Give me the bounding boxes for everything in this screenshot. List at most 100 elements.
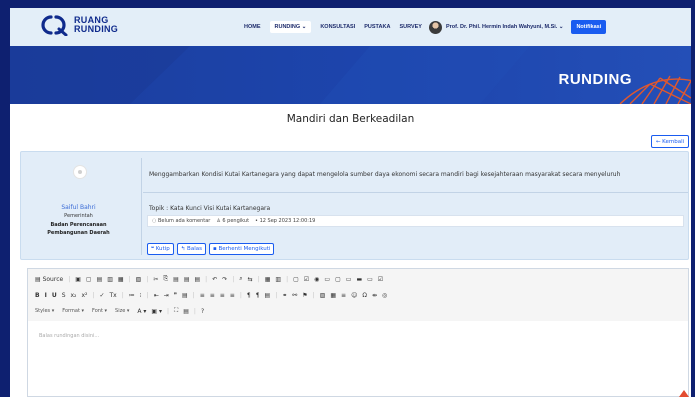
toolbar-r1-button-29[interactable]: ▢ — [335, 276, 341, 283]
toolbar-r1-button-10[interactable]: ✂ — [153, 276, 158, 283]
nav-pustaka[interactable]: PUSTAKA — [364, 24, 390, 30]
toolbar-r1-button-8[interactable]: ▧ — [136, 276, 142, 283]
nav-runding[interactable]: RUNDING ⌄ — [269, 21, 312, 33]
toolbar-row-2: B I U Sx₂ x² | ✓ Tx | ≔ ⁝ | ⇤ ⇥ ❞ ▤ | ≡ ≡ ≡ ≡ | ¶ ¶ ▤ | ⚭ ⚯ ⚑ | ▨ ▦ ≡ ☺ Ω ⇹… — [35, 290, 392, 300]
toolbar-r1-button-6[interactable]: ▦ — [118, 276, 124, 283]
toolbar-separator: | — [92, 291, 95, 299]
toolbar-r2-button-21[interactable]: ≡ — [230, 292, 235, 299]
nav-survey[interactable]: SURVEY — [399, 24, 422, 30]
nav-home[interactable]: HOME — [244, 24, 261, 30]
editor-placeholder: Balas rundingan disini... — [39, 333, 100, 339]
toolbar-r2-button-31[interactable]: ▨ — [320, 292, 326, 299]
toolbar-r1-button-25[interactable]: ▢ — [293, 276, 299, 283]
toolbar-r2-button-11[interactable]: ⁝ — [140, 292, 142, 299]
notification-button[interactable]: Notifikasi — [571, 20, 607, 34]
toolbar-r1-button-27[interactable]: ◉ — [314, 276, 319, 283]
toolbar-r1-button-12[interactable]: ▤ — [173, 276, 179, 283]
discussion-post: Saiful Bahri Pemerintah Badan Perencanaa… — [20, 151, 689, 260]
author-role: Pemerintah — [64, 213, 93, 219]
toolbar-r2-button-25[interactable]: ▤ — [265, 292, 271, 299]
toolbar-r2-button-34[interactable]: ☺ — [351, 292, 357, 299]
toolbar-r1-button-17[interactable]: ↷ — [222, 276, 227, 283]
editor-toolbar: ▤ Source | ▣ ▢ ▤ ▥ ▦ | ▧ | ✂ ⎘ ▤ ▤ ▤ | ↶ ↷ | ⌕ ⇆ | ▦ ▥ | ▢ ☑ ◉ ▭ ▢ ▭ ▬ ▭… — [28, 269, 688, 322]
toolbar-r2-button-7[interactable]: ✓ — [99, 292, 104, 299]
format-label: Format — [62, 308, 80, 314]
toolbar-r2-button-16[interactable]: ▤ — [182, 292, 188, 299]
toolbar-r1-button-0[interactable]: ▤ Source — [35, 276, 63, 283]
toolbar-r1-button-13[interactable]: ▤ — [184, 276, 190, 283]
toolbar-r1-button-30[interactable]: ▭ — [346, 276, 352, 283]
toolbar-r2-button-35[interactable]: Ω — [362, 292, 367, 299]
toolbar-r3-button-4[interactable]: ▤ — [183, 308, 189, 315]
toolbar-r2-button-29[interactable]: ⚑ — [302, 292, 307, 299]
toolbar-r1-button-22[interactable]: ▦ — [265, 276, 271, 283]
toolbar-r1-button-11[interactable]: ⎘ — [163, 275, 168, 283]
toolbar-r2-button-0[interactable]: B — [35, 292, 40, 299]
toolbar-r2-button-33[interactable]: ≡ — [341, 292, 346, 299]
toolbar-r3-button-1[interactable]: ▣ ▾ — [151, 308, 162, 315]
post-topic: Topik : Kata Kunci Visi Kutai Kartanegar… — [149, 205, 271, 212]
font-dropdown[interactable]: Font ▾ — [92, 308, 107, 314]
toolbar-r2-button-27[interactable]: ⚭ — [282, 292, 287, 299]
toolbar-r2-button-28[interactable]: ⚯ — [292, 292, 297, 299]
toolbar-r2-button-14[interactable]: ⇥ — [164, 292, 169, 299]
toolbar-r1-button-4[interactable]: ▤ — [97, 276, 103, 283]
toolbar-r1-button-2[interactable]: ▣ — [75, 276, 81, 283]
nav-konsultasi[interactable]: KONSULTASI — [320, 24, 355, 30]
author-column: Saiful Bahri Pemerintah Badan Perencanaa… — [21, 152, 136, 259]
user-avatar — [428, 20, 442, 34]
toolbar-r1-button-14[interactable]: ▤ — [195, 276, 201, 283]
toolbar-r2-button-32[interactable]: ▦ — [330, 292, 336, 299]
unfollow-button[interactable]: ▪ Berhenti Mengikuti — [208, 243, 275, 255]
toolbar-r1-button-26[interactable]: ☑ — [304, 276, 309, 283]
author-name[interactable]: Saiful Bahri — [21, 204, 136, 211]
toolbar-r2-button-18[interactable]: ≡ — [200, 292, 205, 299]
toolbar-r3-button-6[interactable]: ? — [201, 308, 204, 315]
toolbar-r2-button-36[interactable]: ⇹ — [372, 292, 377, 299]
size-dropdown[interactable]: Size ▾ — [115, 308, 129, 314]
reply-button[interactable]: ↰ Balas — [176, 243, 206, 255]
toolbar-separator: | — [192, 291, 195, 299]
body-divider — [143, 192, 688, 193]
toolbar-r3-button-0[interactable]: A ▾ — [137, 308, 146, 315]
toolbar-r2-button-10[interactable]: ≔ — [129, 292, 135, 299]
toolbar-r2-button-5[interactable]: x² — [81, 292, 87, 299]
ruang-runding-logo[interactable]: RUANG RUNDING — [40, 14, 118, 36]
toolbar-r1-button-28[interactable]: ▭ — [324, 276, 330, 283]
toolbar-r1-button-32[interactable]: ▭ — [367, 276, 373, 283]
toolbar-r1-button-16[interactable]: ↶ — [212, 276, 217, 283]
styles-label: Styles — [35, 308, 51, 314]
author-org-line-1: Badan Perencanaan — [50, 222, 107, 228]
quote-button[interactable]: ❝ Kutip — [147, 243, 174, 255]
toolbar-r1-button-23[interactable]: ▥ — [275, 276, 281, 283]
toolbar-r1-button-3[interactable]: ▢ — [86, 276, 92, 283]
toolbar-separator: | — [121, 291, 124, 299]
toolbar-r1-button-19[interactable]: ⌕ — [239, 275, 242, 283]
toolbar-r2-button-1[interactable]: I — [45, 292, 47, 299]
toolbar-r2-button-3[interactable]: S — [62, 292, 66, 299]
toolbar-separator: | — [128, 275, 131, 283]
styles-dropdown[interactable]: Styles ▾ — [35, 308, 54, 314]
back-button[interactable]: ← Kembali — [651, 135, 689, 148]
toolbar-r2-button-15[interactable]: ❞ — [174, 292, 177, 299]
toolbar-r2-button-8[interactable]: Tx — [110, 292, 117, 299]
toolbar-r3-button-3[interactable]: ⛶ — [174, 307, 178, 315]
toolbar-r2-button-2[interactable]: U — [52, 292, 57, 299]
reply-textarea[interactable]: Balas rundingan disini... — [28, 321, 688, 396]
toolbar-r1-button-20[interactable]: ⇆ — [248, 276, 253, 283]
toolbar-r2-button-37[interactable]: ◎ — [382, 292, 387, 299]
toolbar-r1-button-5[interactable]: ▥ — [107, 276, 113, 283]
scroll-top-icon[interactable] — [679, 390, 689, 397]
toolbar-row-3-tail: A ▾ ▣ ▾ | ⛶ ▤ |? — [137, 307, 209, 315]
toolbar-r2-button-4[interactable]: x₂ — [71, 292, 77, 299]
toolbar-r2-button-24[interactable]: ¶ — [256, 292, 260, 299]
toolbar-r2-button-20[interactable]: ≡ — [220, 292, 225, 299]
toolbar-r2-button-13[interactable]: ⇤ — [154, 292, 159, 299]
page-banner: RUNDING — [10, 46, 691, 104]
toolbar-r2-button-19[interactable]: ≡ — [210, 292, 215, 299]
format-dropdown[interactable]: Format ▾ — [62, 308, 84, 314]
toolbar-r1-button-31[interactable]: ▬ — [356, 276, 362, 283]
user-menu[interactable]: Prof. Dr. Phil. Hermin Indah Wahyuni, M.… — [428, 20, 563, 34]
toolbar-r1-button-33[interactable]: ☑ — [378, 276, 383, 283]
toolbar-r2-button-23[interactable]: ¶ — [247, 292, 251, 299]
